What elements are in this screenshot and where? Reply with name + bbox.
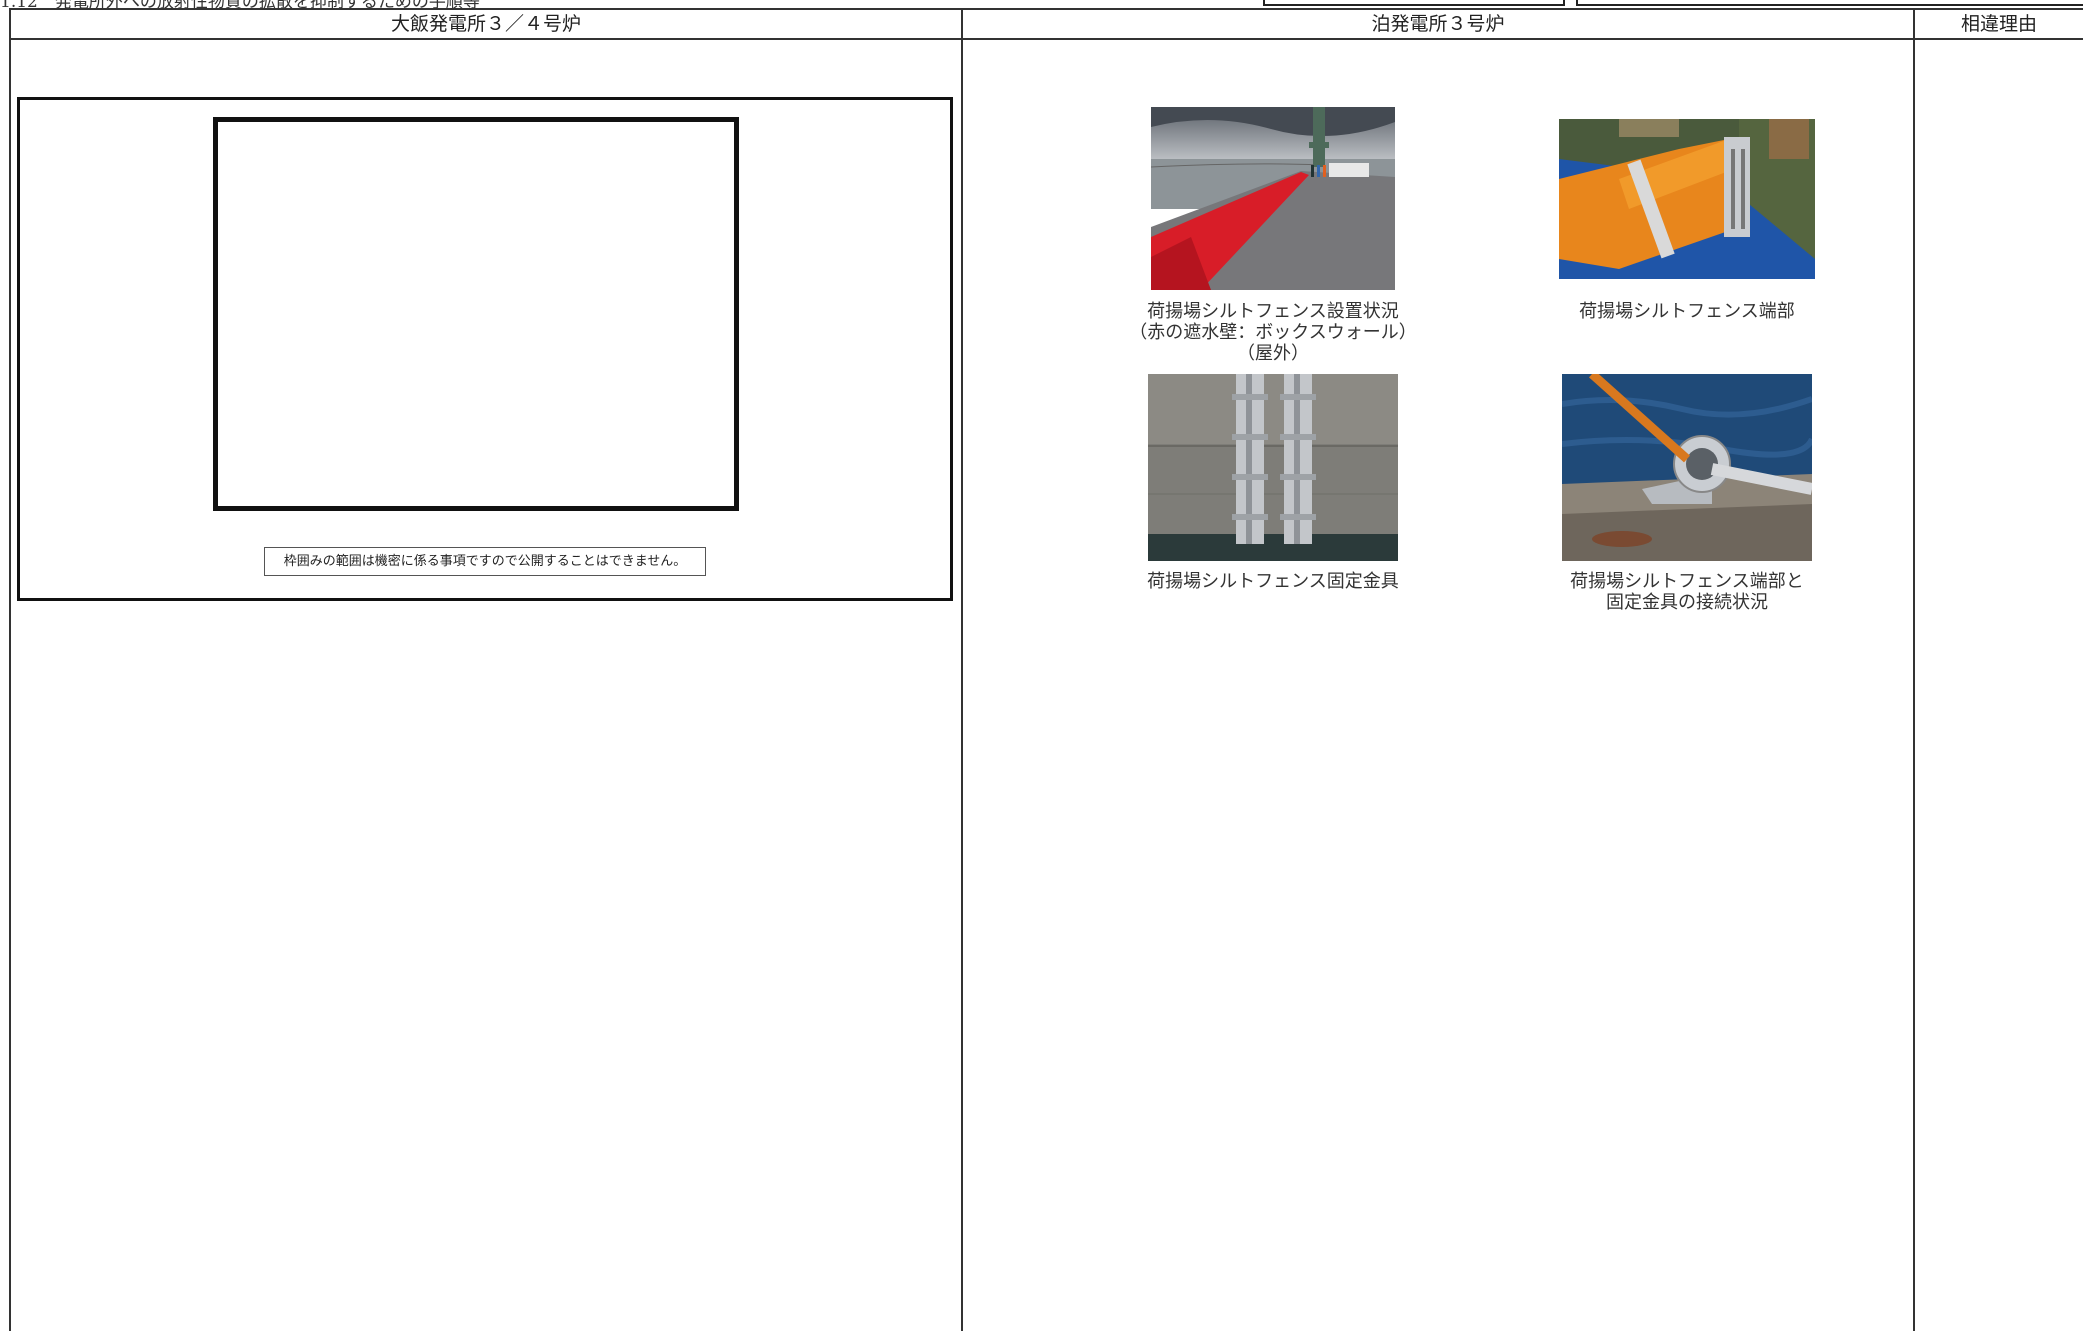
column-header-reason: 相違理由 (1960, 13, 2037, 35)
caption-line: （赤の遮水壁：ボックスウォール） (1129, 322, 1417, 343)
photo-silt-fence-end (1559, 119, 1815, 279)
header-box-right (1576, 0, 2083, 6)
photo-silt-fence-connection (1562, 374, 1812, 561)
header-row-divider (9, 38, 2083, 40)
caption-silt-fence-end: 荷揚場シルトフェンス端部 (1537, 301, 1837, 322)
caption-line: 荷揚場シルトフェンス設置状況 (1147, 301, 1399, 322)
caption-line: 荷揚場シルトフェンス端部と (1570, 571, 1804, 592)
document-top-strip: 1.12 発電所外への放射性物質の拡散を抑制するための手順等 (0, 0, 2083, 8)
photo-silt-fence-installation (1151, 107, 1395, 290)
caption-silt-fence-fixing-bracket: 荷揚場シルトフェンス固定金具 (1123, 571, 1423, 592)
caption-silt-fence-installation: 荷揚場シルトフェンス設置状況 （赤の遮水壁：ボックスウォール） （屋外） (1123, 301, 1423, 364)
caption-line: 固定金具の接続状況 (1606, 592, 1768, 613)
caption-line: （屋外） (1237, 343, 1309, 364)
column-header-ohi: 大飯発電所３／４号炉 (390, 13, 581, 35)
caption-line: 荷揚場シルトフェンス端部 (1579, 301, 1795, 322)
section-title: 1.12 発電所外への放射性物質の拡散を抑制するための手順等 (0, 0, 480, 8)
caption-silt-fence-connection: 荷揚場シルトフェンス端部と 固定金具の接続状況 (1537, 571, 1837, 613)
column-divider-1 (961, 8, 963, 1331)
confidential-notice: 枠囲みの範囲は機密に係る事項ですので公開することはできません。 (264, 547, 706, 576)
column-divider-2 (1913, 8, 1915, 1331)
photo-silt-fence-fixing-bracket (1148, 374, 1398, 561)
header-box-left (1263, 0, 1565, 6)
caption-line: 荷揚場シルトフェンス固定金具 (1147, 571, 1399, 592)
redacted-figure-box (213, 117, 739, 511)
column-header-tomari: 泊発電所３号炉 (1371, 13, 1505, 35)
